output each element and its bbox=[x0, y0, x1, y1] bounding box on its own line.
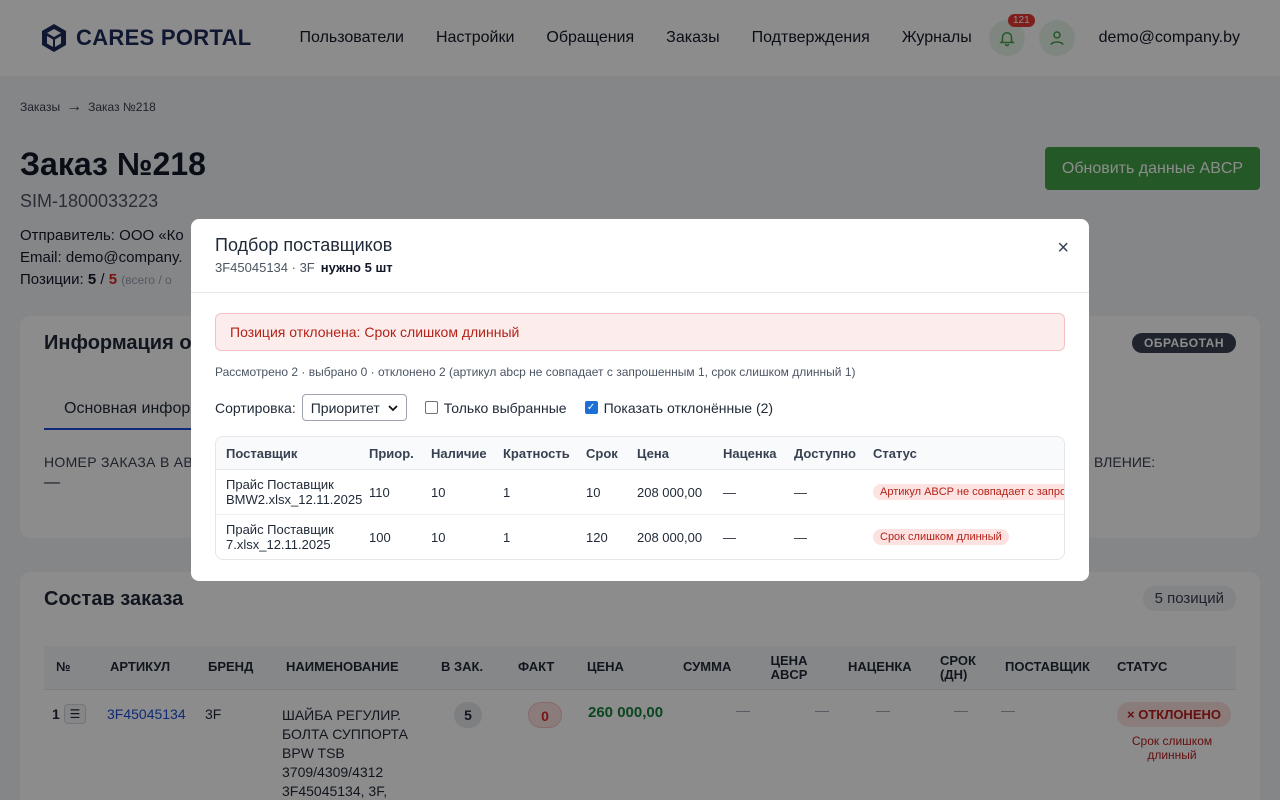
modal-title: Подбор поставщиков bbox=[215, 235, 393, 255]
row-status-badge: Артикул ABCP не совпадает с запро bbox=[873, 484, 1064, 500]
row-multiple: 1 bbox=[503, 485, 511, 500]
only-selected-label: Только выбранные bbox=[443, 399, 567, 416]
modal-subtitle: 3F45045134 · 3F нужно 5 шт bbox=[215, 260, 393, 275]
col-supplier: Поставщик bbox=[226, 446, 298, 461]
row-markup: — bbox=[723, 530, 736, 545]
table-row[interactable]: Прайс Поставщик BMW2.xlsx_12.11.2025 110… bbox=[216, 470, 1064, 515]
col-multiple: Кратность bbox=[503, 446, 570, 461]
row-available: — bbox=[794, 530, 807, 545]
close-icon[interactable]: × bbox=[1057, 237, 1069, 260]
chevron-down-icon bbox=[388, 404, 398, 411]
row-priority: 100 bbox=[369, 530, 391, 545]
row-price: 208 000,00 bbox=[637, 530, 703, 545]
row-term: 120 bbox=[586, 530, 608, 545]
checkmark-icon[interactable]: ✓ bbox=[584, 401, 598, 414]
col-price: Цена bbox=[637, 446, 669, 461]
selection-summary: Рассмотрено 2 · выбрано 0 · отклонено 2 … bbox=[215, 365, 856, 379]
row-status-badge: Срок слишком длинный bbox=[873, 529, 1009, 545]
row-multiple: 1 bbox=[503, 530, 511, 545]
rejected-alert: Позиция отклонена: Срок слишком длинный bbox=[215, 313, 1065, 351]
supplier-selection-modal: Подбор поставщиков 3F45045134 · 3F нужно … bbox=[191, 219, 1089, 581]
row-supplier: Прайс Поставщик 7.xlsx_12.11.2025 bbox=[226, 522, 334, 552]
col-stock: Наличие bbox=[431, 446, 487, 461]
row-markup: — bbox=[723, 485, 736, 500]
row-supplier: Прайс Поставщик BMW2.xlsx_12.11.2025 bbox=[226, 477, 363, 507]
show-rejected-label: Показать отклонённые (2) bbox=[603, 399, 774, 416]
sort-select[interactable]: Приоритет bbox=[301, 394, 407, 421]
row-term: 10 bbox=[586, 485, 601, 500]
modal-divider bbox=[191, 292, 1089, 293]
table-row[interactable]: Прайс Поставщик 7.xlsx_12.11.2025 100 10… bbox=[216, 515, 1064, 559]
col-status: Статус bbox=[873, 446, 917, 461]
col-available: Доступно bbox=[794, 446, 856, 461]
sort-value: Приоритет bbox=[310, 399, 380, 416]
only-selected-box[interactable] bbox=[424, 401, 438, 414]
show-rejected-checkbox[interactable]: ✓ Показать отклонённые (2) bbox=[584, 399, 774, 416]
col-term: Срок bbox=[586, 446, 618, 461]
modal-article: 3F45045134 · 3F bbox=[215, 260, 315, 275]
col-markup: Наценка bbox=[723, 446, 777, 461]
suppliers-table-header: Поставщик Приор. Наличие Кратность Срок … bbox=[216, 437, 1064, 470]
row-stock: 10 bbox=[431, 530, 446, 545]
modal-need: нужно 5 шт bbox=[320, 260, 393, 275]
row-price: 208 000,00 bbox=[637, 485, 703, 500]
row-available: — bbox=[794, 485, 807, 500]
row-stock: 10 bbox=[431, 485, 446, 500]
only-selected-checkbox[interactable]: Только выбранные bbox=[424, 399, 567, 416]
modal-controls: Сортировка: Приоритет Только выбранные ✓… bbox=[215, 394, 773, 421]
row-priority: 110 bbox=[369, 485, 390, 500]
col-priority: Приор. bbox=[369, 446, 414, 461]
sort-label: Сортировка: bbox=[215, 399, 296, 416]
suppliers-table: Поставщик Приор. Наличие Кратность Срок … bbox=[215, 436, 1065, 560]
